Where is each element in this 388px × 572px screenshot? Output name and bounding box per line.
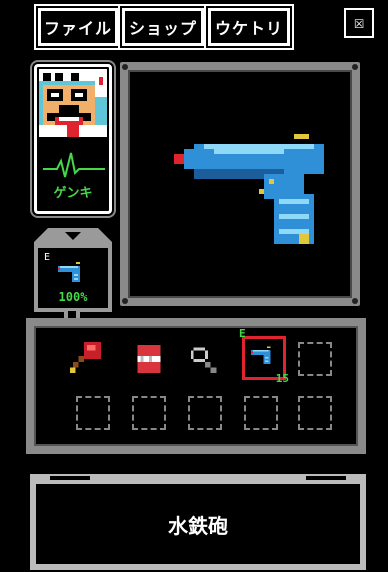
inventory-slot-empty[interactable] [298,396,332,430]
frame-notch [306,476,346,480]
inventory-slot-empty[interactable] [244,396,278,430]
character-status: ゲンキ [53,186,93,201]
receive-menu-button[interactable]: ウケトリ [208,8,290,46]
equipped-letter: E [44,252,51,263]
character-portrait-card[interactable]: ゲンキ [34,64,112,214]
close-icon: ☒ [353,12,365,33]
rivet [352,64,358,70]
water-pistol-icon [251,346,271,364]
inventory-slot-magnifier[interactable] [188,342,222,376]
arrow-down-icon [65,232,81,240]
equipped-weapon-panel[interactable]: E 100% [34,228,112,312]
inventory-slot-water-pistol[interactable]: E 15 [239,327,289,385]
inventory-slot-empty[interactable] [188,396,222,430]
magnifier-icon [190,347,217,374]
inventory-slot-hammer[interactable] [70,342,104,376]
water-pistol-large-icon [174,134,324,244]
item-count: 15 [275,372,289,385]
inventory-grid: E 15 [34,326,358,446]
water-pistol-icon [58,262,80,282]
item-name: 水鉄砲 [168,513,228,538]
rivet [352,298,358,304]
character-face [39,69,107,137]
inventory-slot-empty[interactable] [132,396,166,430]
close-button[interactable]: ☒ [344,8,374,38]
weapon-display-frame [120,62,360,306]
frame-notch [50,476,90,480]
shop-menu-button[interactable]: ショップ [122,8,204,46]
inventory-slot-dentures[interactable] [132,342,166,376]
durability-percent: 100% [58,290,88,304]
file-menu-button[interactable]: ファイル [38,8,118,46]
inventory-slot-empty[interactable] [298,342,332,376]
equipped-marker: E [239,327,246,340]
heartbeat-icon [43,152,105,178]
rivet [122,298,128,304]
dentures-icon [137,344,161,374]
item-name-box: 水鉄砲 [30,474,366,570]
inventory-slot-empty[interactable] [76,396,110,430]
weapon-screen [128,70,352,298]
hammer-icon [70,342,102,374]
inventory-frame: E 15 [26,318,366,454]
